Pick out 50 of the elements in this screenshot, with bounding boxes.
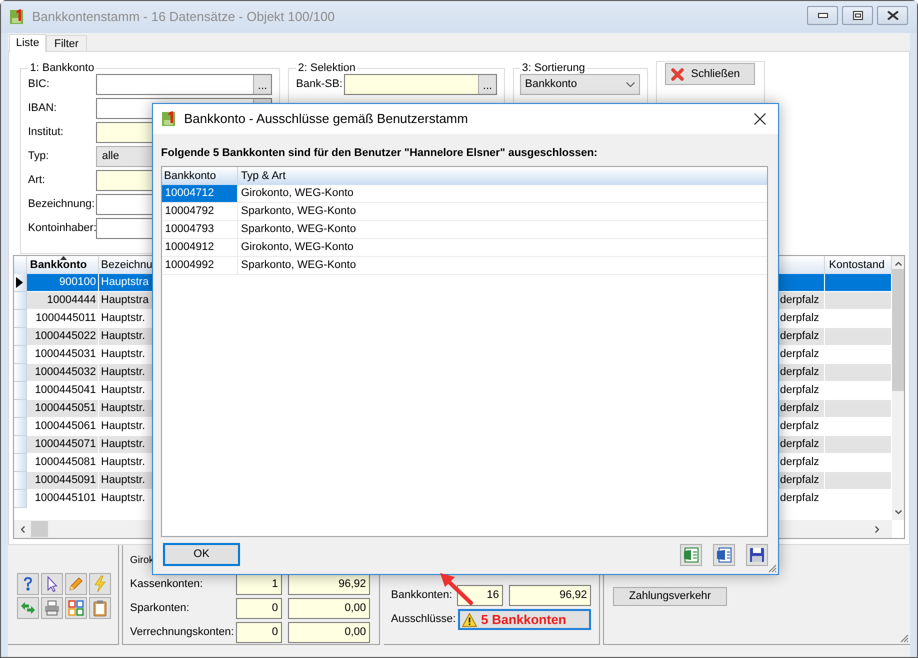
table-cell-text: Sparkonto, WEG-Konto xyxy=(240,222,357,238)
table-cell: 1000445091 xyxy=(27,472,99,490)
field-label: Typ: xyxy=(28,149,50,164)
field-label: Bank-SB: xyxy=(296,77,344,92)
table-cell-text: Girokonto, WEG-Konto xyxy=(240,240,354,256)
table-cell: 1000445022 xyxy=(27,328,99,346)
count-field: 16 xyxy=(457,585,503,606)
balance-field: 96,92 xyxy=(288,574,370,595)
field-label: Kassenkonten: xyxy=(130,577,204,592)
balance-field: 0,00 xyxy=(288,598,370,619)
group-title: 1: Bankkonto xyxy=(29,61,96,75)
count-field: 1 xyxy=(236,574,282,595)
field-label: Verrechnungskonten: xyxy=(130,625,235,640)
table-cell: derpfalz xyxy=(779,400,825,418)
table-cell-text: Sparkonto, WEG-Konto xyxy=(240,204,357,220)
table-cell: 10004793 xyxy=(162,221,238,238)
dialog-title: Bankkonto - Ausschlüsse gemäß Benutzerstamm xyxy=(184,110,468,128)
table-cell: 10004792 xyxy=(162,203,238,220)
balance-field: 96,92 xyxy=(509,585,591,606)
table-cell: derpfalz xyxy=(779,472,825,490)
table-cell: 10004992 xyxy=(162,257,238,274)
count-field: 0 xyxy=(236,622,282,643)
field-label: Ausschlüsse: xyxy=(391,612,457,628)
count-field: 0 xyxy=(236,598,282,619)
field-label: Art: xyxy=(28,173,46,188)
table-cell: 900100 xyxy=(27,274,99,292)
field-label: Institut: xyxy=(28,125,64,140)
table-cell: 10004912 xyxy=(162,239,238,256)
table-cell: derpfalz xyxy=(779,364,825,382)
table-cell: derpfalz xyxy=(779,436,825,454)
table-cell-text: Girokonto, WEG-Konto xyxy=(240,186,354,202)
field-label: IBAN: xyxy=(28,101,58,116)
field-label: BIC: xyxy=(28,77,50,92)
window-title: Bankkontenstamm - 16 Datensätze - Objekt 100/100 xyxy=(32,8,335,26)
balance-field: 0,00 xyxy=(288,622,370,643)
field-label: Bezeichnung: xyxy=(28,197,96,212)
group-title: 3: Sortierung xyxy=(521,61,586,75)
field-label: Bankkonten: xyxy=(391,588,454,604)
group-title: 2: Selektion xyxy=(297,61,356,75)
table-cell: 10004712 xyxy=(162,185,238,202)
field-label: Sparkonten: xyxy=(130,601,190,616)
field-label: Kontoinhaber: xyxy=(28,221,96,236)
table-cell: derpfalz xyxy=(779,328,825,346)
table-cell: 1000445032 xyxy=(27,364,99,382)
table-cell-text: Sparkonto, WEG-Konto xyxy=(240,258,357,274)
message-text: Folgende 5 Bankkonten sind für den Benutzer "Hannelore Elsner" ausgeschlossen: xyxy=(161,146,598,160)
table-cell: 1000445051 xyxy=(27,400,99,418)
table-cell: 1000445071 xyxy=(27,436,99,454)
table-cell: 10004444 xyxy=(27,292,99,310)
table-cell: derpfalz xyxy=(779,292,825,310)
